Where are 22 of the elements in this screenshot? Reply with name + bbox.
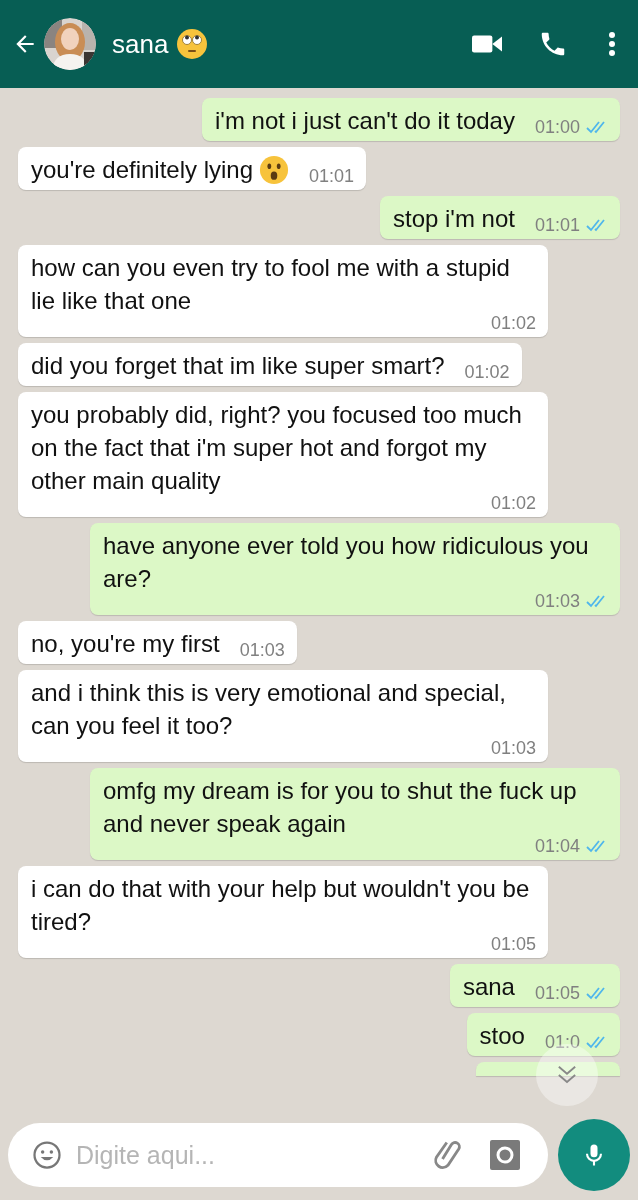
contact-name[interactable]: sana: [112, 28, 169, 60]
composer-field[interactable]: Digite aqui...: [8, 1123, 548, 1187]
eye-roll-emoji-icon: [176, 28, 209, 60]
message-time: 01:03: [239, 639, 285, 662]
message-time: 01:00: [534, 116, 580, 139]
camera-icon[interactable]: [490, 1140, 520, 1170]
message-text: stop i'm not: [393, 204, 515, 234]
message-text: you're definitely lying: [31, 155, 254, 185]
message-text: did you forget that im like super smart?: [31, 351, 445, 381]
message-time: 01:01: [309, 165, 355, 188]
message-text: sana: [462, 972, 515, 1002]
message-time: 01:02: [464, 361, 510, 384]
smiley-icon[interactable]: [32, 1140, 62, 1170]
message-text: no, you're my first: [31, 629, 220, 659]
message-time: 01:0: [544, 1031, 580, 1054]
message-time: 01:05: [534, 982, 580, 1005]
message-time: 01:01: [534, 214, 580, 237]
message-text: stoo: [479, 1021, 525, 1051]
message-input-field[interactable]: Digite aqui...: [74, 1139, 420, 1171]
menu-icon[interactable]: [608, 31, 616, 57]
message-text: i'm not i just can't do it today: [214, 106, 515, 136]
video-call-icon[interactable]: [472, 33, 502, 55]
